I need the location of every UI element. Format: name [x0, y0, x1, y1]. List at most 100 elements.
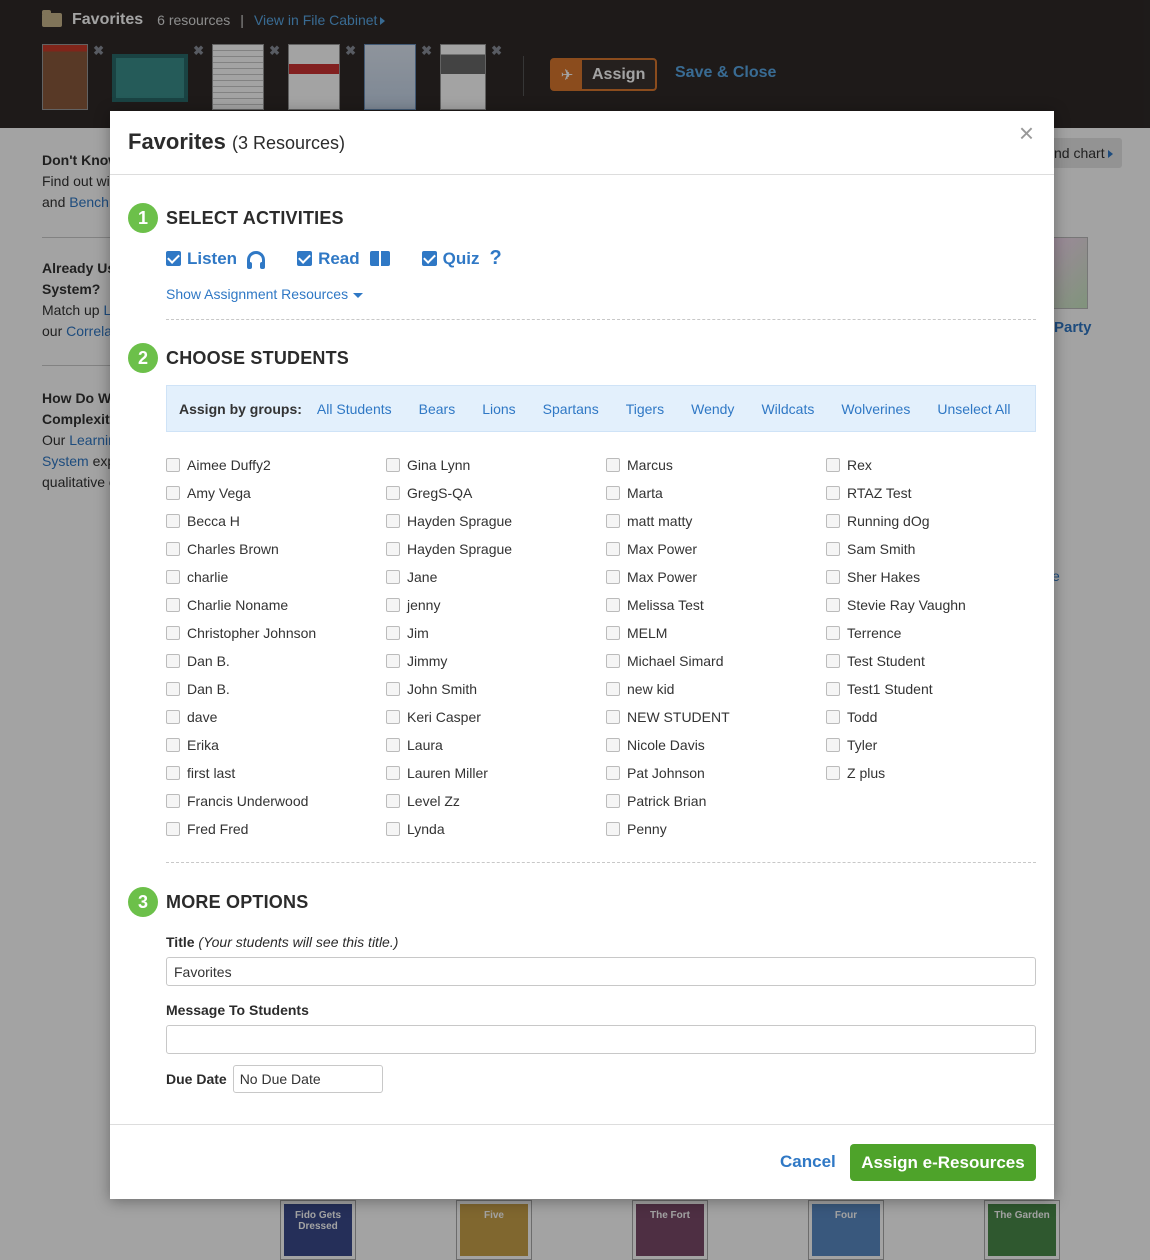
student-checkbox[interactable]: Aimee Duffy2 [166, 451, 386, 479]
title-input[interactable] [166, 957, 1036, 986]
checkbox-unchecked-icon[interactable] [606, 598, 620, 612]
checkbox-unchecked-icon[interactable] [826, 458, 840, 472]
checkbox-unchecked-icon[interactable] [606, 794, 620, 808]
student-checkbox[interactable]: Keri Casper [386, 703, 606, 731]
group-link-tigers[interactable]: Tigers [626, 401, 664, 417]
student-checkbox[interactable]: Jane [386, 563, 606, 591]
assign-e-resources-button[interactable]: Assign e-Resources [850, 1144, 1036, 1181]
group-link-wolverines[interactable]: Wolverines [841, 401, 910, 417]
checkbox-unchecked-icon[interactable] [606, 822, 620, 836]
checkbox-unchecked-icon[interactable] [606, 654, 620, 668]
checkbox-unchecked-icon[interactable] [606, 738, 620, 752]
student-checkbox[interactable]: Stevie Ray Vaughn [826, 591, 1046, 619]
student-checkbox[interactable]: Michael Simard [606, 647, 826, 675]
student-checkbox[interactable]: Penny [606, 815, 826, 843]
checkbox-unchecked-icon[interactable] [606, 570, 620, 584]
checkbox-unchecked-icon[interactable] [386, 458, 400, 472]
student-checkbox[interactable]: Max Power [606, 563, 826, 591]
student-checkbox[interactable]: Marta [606, 479, 826, 507]
student-checkbox[interactable]: Christopher Johnson [166, 619, 386, 647]
group-link-bears[interactable]: Bears [419, 401, 456, 417]
student-checkbox[interactable]: Rex [826, 451, 1046, 479]
checkbox-unchecked-icon[interactable] [166, 598, 180, 612]
checkbox-unchecked-icon[interactable] [826, 738, 840, 752]
student-checkbox[interactable]: Lauren Miller [386, 759, 606, 787]
close-icon[interactable]: × [1019, 119, 1034, 147]
student-checkbox[interactable]: Jim [386, 619, 606, 647]
checkbox-unchecked-icon[interactable] [166, 514, 180, 528]
student-checkbox[interactable]: Terrence [826, 619, 1046, 647]
student-checkbox[interactable]: Marcus [606, 451, 826, 479]
checkbox-unchecked-icon[interactable] [166, 822, 180, 836]
cancel-button[interactable]: Cancel [780, 1152, 836, 1172]
checkbox-unchecked-icon[interactable] [166, 794, 180, 808]
student-checkbox[interactable]: Francis Underwood [166, 787, 386, 815]
student-checkbox[interactable]: Lynda [386, 815, 606, 843]
student-checkbox[interactable]: Level Zz [386, 787, 606, 815]
student-checkbox[interactable]: NEW STUDENT [606, 703, 826, 731]
checkbox-unchecked-icon[interactable] [166, 542, 180, 556]
checkbox-unchecked-icon[interactable] [826, 626, 840, 640]
student-checkbox[interactable]: Hayden Sprague [386, 535, 606, 563]
read-checkbox[interactable]: Read [297, 247, 390, 270]
student-checkbox[interactable]: Sher Hakes [826, 563, 1046, 591]
student-checkbox[interactable]: Dan B. [166, 675, 386, 703]
show-assignment-resources-toggle[interactable]: Show Assignment Resources [166, 286, 1036, 302]
checkbox-unchecked-icon[interactable] [166, 570, 180, 584]
checkbox-unchecked-icon[interactable] [606, 710, 620, 724]
message-input[interactable] [166, 1025, 1036, 1054]
student-checkbox[interactable]: Test Student [826, 647, 1046, 675]
checkbox-unchecked-icon[interactable] [386, 766, 400, 780]
checkbox-unchecked-icon[interactable] [386, 514, 400, 528]
student-checkbox[interactable]: Nicole Davis [606, 731, 826, 759]
student-checkbox[interactable]: first last [166, 759, 386, 787]
student-checkbox[interactable]: Amy Vega [166, 479, 386, 507]
student-checkbox[interactable]: John Smith [386, 675, 606, 703]
student-checkbox[interactable]: GregS-QA [386, 479, 606, 507]
checkbox-unchecked-icon[interactable] [166, 626, 180, 640]
checkbox-unchecked-icon[interactable] [606, 486, 620, 500]
checkbox-unchecked-icon[interactable] [826, 514, 840, 528]
student-checkbox[interactable]: jenny [386, 591, 606, 619]
checkbox-unchecked-icon[interactable] [606, 766, 620, 780]
checkbox-unchecked-icon[interactable] [166, 654, 180, 668]
student-checkbox[interactable]: Gina Lynn [386, 451, 606, 479]
student-checkbox[interactable]: Hayden Sprague [386, 507, 606, 535]
listen-checkbox[interactable]: Listen [166, 247, 266, 270]
student-checkbox[interactable]: Tyler [826, 731, 1046, 759]
group-link-all-students[interactable]: All Students [317, 401, 392, 417]
checkbox-unchecked-icon[interactable] [386, 710, 400, 724]
student-checkbox[interactable]: Becca H [166, 507, 386, 535]
checkbox-unchecked-icon[interactable] [386, 542, 400, 556]
group-link-wildcats[interactable]: Wildcats [761, 401, 814, 417]
checkbox-unchecked-icon[interactable] [166, 458, 180, 472]
student-checkbox[interactable]: Sam Smith [826, 535, 1046, 563]
due-date-input[interactable] [232, 1065, 383, 1093]
checkbox-unchecked-icon[interactable] [166, 486, 180, 500]
group-link-wendy[interactable]: Wendy [691, 401, 734, 417]
checkbox-unchecked-icon[interactable] [386, 738, 400, 752]
student-checkbox[interactable]: Running dOg [826, 507, 1046, 535]
checkbox-unchecked-icon[interactable] [386, 598, 400, 612]
checkbox-unchecked-icon[interactable] [606, 458, 620, 472]
student-checkbox[interactable]: Pat Johnson [606, 759, 826, 787]
group-link-lions[interactable]: Lions [482, 401, 515, 417]
student-checkbox[interactable]: new kid [606, 675, 826, 703]
unselect-all-link[interactable]: Unselect All [937, 401, 1010, 417]
student-checkbox[interactable]: Dan B. [166, 647, 386, 675]
student-checkbox[interactable]: Laura [386, 731, 606, 759]
checkbox-unchecked-icon[interactable] [166, 766, 180, 780]
checkbox-unchecked-icon[interactable] [166, 682, 180, 696]
student-checkbox[interactable]: dave [166, 703, 386, 731]
checkbox-unchecked-icon[interactable] [826, 682, 840, 696]
student-checkbox[interactable]: Melissa Test [606, 591, 826, 619]
checkbox-unchecked-icon[interactable] [826, 486, 840, 500]
student-checkbox[interactable]: RTAZ Test [826, 479, 1046, 507]
student-checkbox[interactable]: Max Power [606, 535, 826, 563]
student-checkbox[interactable]: matt matty [606, 507, 826, 535]
student-checkbox[interactable]: MELM [606, 619, 826, 647]
student-checkbox[interactable]: Patrick Brian [606, 787, 826, 815]
checkbox-unchecked-icon[interactable] [386, 822, 400, 836]
checkbox-unchecked-icon[interactable] [386, 570, 400, 584]
student-checkbox[interactable]: charlie [166, 563, 386, 591]
